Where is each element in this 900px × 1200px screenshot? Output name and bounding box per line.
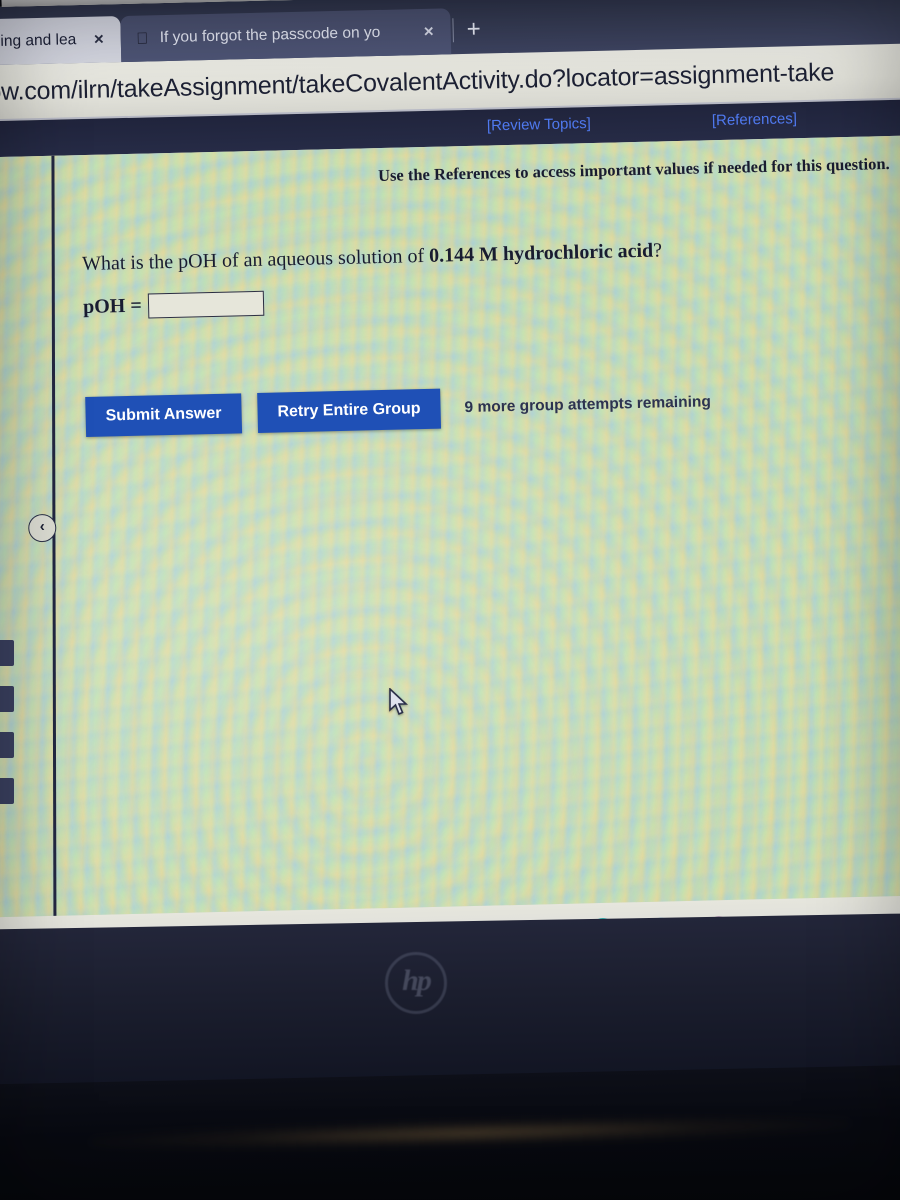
submit-answer-button[interactable]: Submit Answer — [85, 393, 242, 438]
references-hint-text: Use the References to access important v… — [377, 154, 890, 186]
browser-tab-title: If you forgot the passcode on yo — [159, 23, 381, 47]
browser-tab-inactive[interactable]:  If you forgot the passcode on yo × — [120, 8, 452, 63]
new-tab-button[interactable]: + — [466, 16, 481, 44]
list-item[interactable] — [0, 732, 14, 758]
question-prefix: What is the pOH of an aqueous solution o… — [81, 244, 430, 276]
retry-entire-group-button[interactable]: Retry Entire Group — [257, 388, 442, 433]
poh-answer-input[interactable] — [147, 290, 264, 319]
tab-close-icon[interactable]: × — [91, 29, 107, 49]
apple-favicon-icon:  — [135, 30, 150, 47]
question-value: 0.144 M hydrochloric acid — [428, 239, 654, 267]
list-item[interactable] — [0, 686, 14, 712]
attempts-remaining-text: 9 more group attempts remaining — [464, 393, 712, 417]
mouse-cursor-icon — [389, 688, 409, 716]
tab-close-icon[interactable]: × — [421, 22, 437, 42]
photo-of-laptop-screen: eaching and lea ×  If you forgot the pa… — [0, 0, 900, 1200]
laptop-screen: eaching and lea ×  If you forgot the pa… — [0, 0, 900, 938]
question-text: What is the pOH of an aqueous solution o… — [82, 239, 663, 276]
address-bar-url: enow.com/ilrn/takeAssignment/takeCovalen… — [0, 57, 835, 107]
offscreen-sidebar-items — [0, 640, 16, 824]
list-item[interactable] — [0, 640, 14, 666]
review-topics-link[interactable]: [Review Topics] — [487, 115, 591, 134]
assignment-page: ‹ Use the References to access important… — [0, 134, 900, 918]
list-item[interactable] — [0, 778, 14, 804]
references-link[interactable]: [References] — [712, 110, 797, 129]
answer-label: pOH = — [82, 294, 142, 319]
action-button-row: Submit Answer Retry Entire Group 9 more … — [85, 382, 712, 438]
hp-brand-logo: hp — [385, 952, 447, 1014]
browser-tab-active[interactable]: eaching and lea × — [0, 16, 122, 67]
answer-row: pOH = — [82, 290, 264, 320]
browser-tab-title: eaching and lea — [0, 31, 77, 51]
question-suffix: ? — [652, 239, 663, 262]
